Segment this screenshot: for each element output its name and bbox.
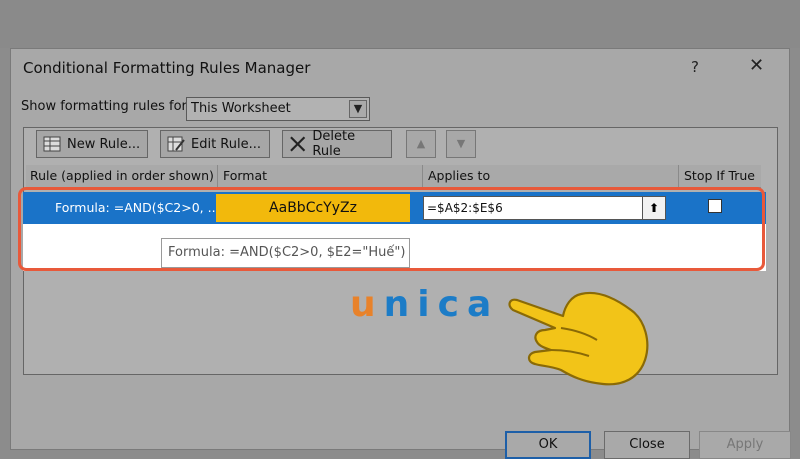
formula-tooltip: Formula: =AND($C2>0, $E2="Huế") xyxy=(161,238,410,268)
delete-rule-label: Delete Rule xyxy=(312,129,356,159)
new-rule-button[interactable]: New Rule... xyxy=(36,130,148,158)
rules-table-header: Rule (applied in order shown) Format App… xyxy=(26,165,761,188)
column-separator xyxy=(217,165,218,187)
unica-logo: unica xyxy=(350,284,499,325)
column-separator xyxy=(678,165,679,187)
apply-button[interactable]: Apply xyxy=(699,431,791,459)
background-band xyxy=(0,0,800,48)
edit-rule-label: Edit Rule... xyxy=(191,136,262,152)
column-header-stop-if-true[interactable]: Stop If True xyxy=(684,168,755,183)
dialog-title: Conditional Formatting Rules Manager xyxy=(23,59,311,77)
ok-button[interactable]: OK xyxy=(505,431,591,459)
close-icon[interactable]: ✕ xyxy=(749,55,764,76)
delete-rule-button[interactable]: Delete Rule xyxy=(282,129,392,159)
close-button[interactable]: Close xyxy=(604,431,690,459)
column-header-applies-to[interactable]: Applies to xyxy=(428,168,490,183)
column-header-rule[interactable]: Rule (applied in order shown) xyxy=(30,168,214,183)
move-up-button[interactable]: ▲ xyxy=(406,130,436,158)
column-separator xyxy=(422,165,423,187)
new-rule-label: New Rule... xyxy=(67,136,141,152)
logo-letters-nica: nica xyxy=(383,284,500,325)
help-icon[interactable]: ? xyxy=(691,58,699,76)
delete-icon xyxy=(290,136,306,152)
pointing-hand-icon xyxy=(508,291,649,386)
logo-letter-u: u xyxy=(350,284,384,325)
chevron-down-icon[interactable]: ▼ xyxy=(349,100,367,118)
show-rules-value: This Worksheet xyxy=(191,101,291,116)
edit-rule-icon xyxy=(167,136,185,152)
show-rules-label: Show formatting rules for: xyxy=(21,99,192,114)
move-down-button[interactable]: ▼ xyxy=(446,130,476,158)
new-rule-icon xyxy=(43,136,61,152)
column-header-format[interactable]: Format xyxy=(223,168,267,183)
show-rules-select[interactable]: This Worksheet ▼ xyxy=(186,97,370,121)
edit-rule-button[interactable]: Edit Rule... xyxy=(160,130,270,158)
